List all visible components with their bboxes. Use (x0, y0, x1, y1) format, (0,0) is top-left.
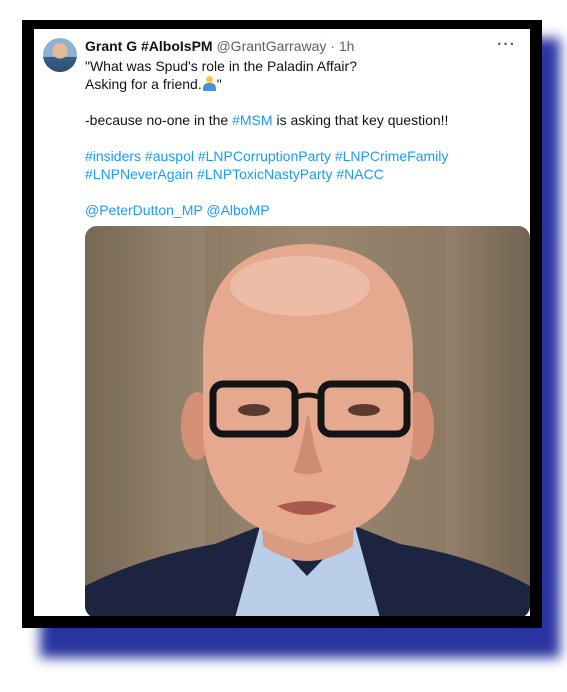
hashtags-row-1: #insiders #auspol #LNPCorruptionParty #L… (85, 147, 516, 165)
tweet-line-3-pre: -because no-one in the (85, 112, 233, 128)
tweet-line-3: -because no-one in the #MSM is asking th… (85, 111, 516, 129)
timestamp[interactable]: 1h (339, 38, 355, 54)
hashtag-link[interactable]: #insiders (85, 148, 141, 164)
hashtag-link[interactable]: #LNPNeverAgain (85, 166, 193, 182)
portrait-illustration (85, 244, 530, 616)
separator-dot: · (330, 38, 335, 54)
screenshot-frame: Grant G #AlboIsPM @GrantGarraway · 1h ··… (22, 20, 542, 628)
hashtag-link[interactable]: #LNPCorruptionParty (198, 148, 331, 164)
tweet-card[interactable]: Grant G #AlboIsPM @GrantGarraway · 1h ··… (34, 29, 530, 616)
tweet-line-1: "What was Spud's role in the Paladin Aff… (85, 58, 357, 74)
hashtag-link[interactable]: #NACC (336, 166, 383, 182)
user-handle[interactable]: @GrantGarraway (216, 38, 326, 54)
mention-link[interactable]: @PeterDutton_MP (85, 202, 202, 218)
mentions-row: @PeterDutton_MP @AlboMP (85, 201, 516, 219)
tweet-line-2-text: Asking for a friend. (85, 76, 202, 92)
tweet-line-2-quote: " (216, 76, 222, 92)
mention-link[interactable]: @AlboMP (206, 202, 269, 218)
more-options-icon[interactable]: ··· (497, 36, 516, 54)
tweet-media-photo[interactable] (85, 226, 530, 616)
display-name[interactable]: Grant G #AlboIsPM (85, 38, 213, 54)
tweet-text: "What was Spud's role in the Paladin Aff… (85, 57, 516, 219)
hashtag-link[interactable]: #auspol (145, 148, 194, 164)
tweet-header: Grant G #AlboIsPM @GrantGarraway · 1h ··… (85, 36, 516, 58)
avatar[interactable] (43, 38, 77, 72)
hashtag-link[interactable]: #LNPCrimeFamily (335, 148, 449, 164)
tweet-line-3-post: is asking that key question!! (272, 112, 449, 128)
hashtag-link[interactable]: #LNPToxicNastyParty (197, 166, 332, 182)
tweet-line-2: Asking for a friend. " (85, 75, 516, 93)
person-shrugging-icon (202, 76, 217, 91)
hashtag-msm[interactable]: #MSM (232, 112, 272, 128)
hashtags-row-2: #LNPNeverAgain #LNPToxicNastyParty #NACC (85, 165, 516, 183)
